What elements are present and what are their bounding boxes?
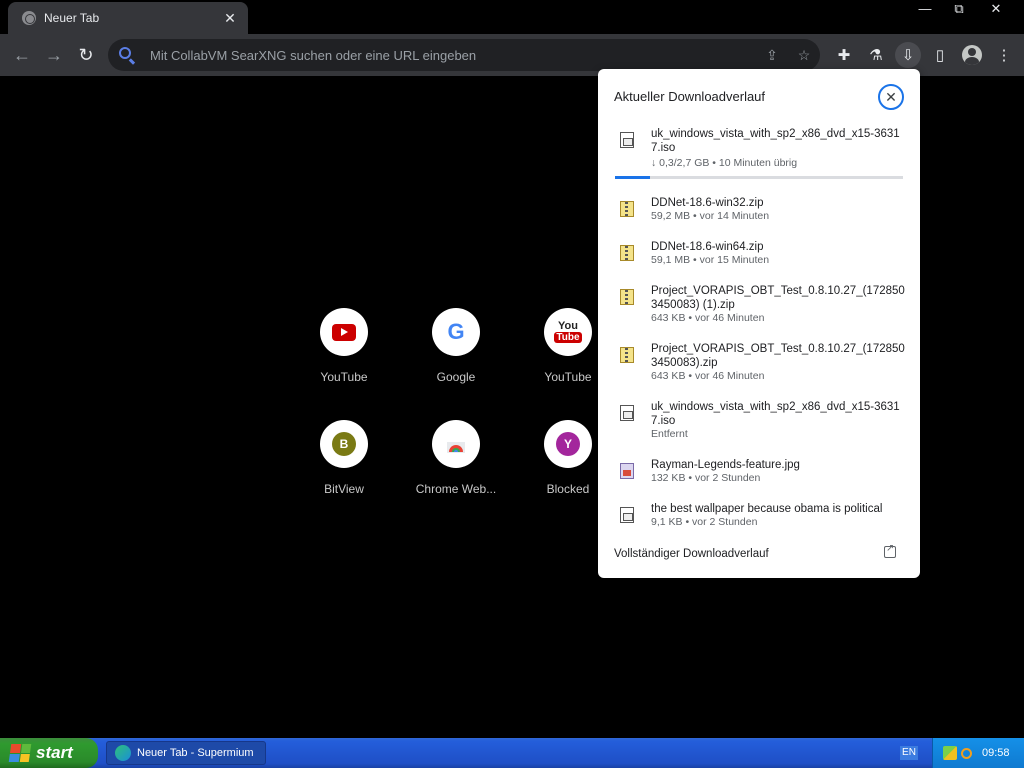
taskbar: start Neuer Tab - Supermium EN 09:58 [0, 738, 1024, 768]
download-filename: the best wallpaper because obama is poli… [651, 503, 883, 515]
close-window-button[interactable]: ✕ [982, 0, 1010, 18]
blocked-icon: Y [544, 420, 592, 468]
close-download-panel-button[interactable]: ✕ [878, 84, 904, 110]
download-status: 643 KB • vor 46 Minuten [651, 370, 765, 382]
iso-file-icon [620, 405, 634, 421]
forward-button[interactable]: → [38, 39, 70, 71]
tab-strip: Neuer Tab ✕ — ⧉ ✕ [0, 0, 1024, 34]
shortcut-label: Chrome Web... [415, 482, 497, 496]
extensions-icon[interactable]: ✚ [828, 39, 860, 71]
windows-logo-icon [8, 744, 32, 762]
download-status: 59,2 MB • vor 14 Minuten [651, 210, 770, 222]
tab-favicon-icon [22, 11, 36, 25]
download-progress-fill [615, 176, 650, 179]
toolbar-actions: ✚ ⚗ ⇩ ▯ ⋮ [828, 39, 1020, 71]
google-icon: G [432, 308, 480, 356]
iso-file-icon [620, 132, 634, 148]
network-icon[interactable] [943, 746, 957, 760]
system-tray: 09:58 [932, 738, 1024, 768]
omnibox-input[interactable]: Mit CollabVM SearXNG suchen oder eine UR… [150, 48, 756, 63]
menu-icon[interactable]: ⋮ [988, 39, 1020, 71]
tab-close-icon[interactable]: ✕ [222, 10, 238, 27]
image-file-icon [620, 463, 634, 479]
youtube-logo-icon: You Tube [544, 308, 592, 356]
download-status: 59,1 MB • vor 15 Minuten [651, 254, 770, 266]
labs-icon[interactable]: ⚗ [860, 39, 892, 71]
download-filename: Project_VORAPIS_OBT_Test_0.8.10.27_(1728… [651, 285, 905, 311]
download-item[interactable]: the best wallpaper because obama is poli… [598, 502, 920, 546]
download-item[interactable]: DDNet-18.6-win64.zip 59,1 MB • vor 15 Mi… [598, 240, 920, 284]
side-panel-icon[interactable]: ▯ [924, 39, 956, 71]
clock: 09:58 [982, 747, 1010, 759]
restore-button[interactable]: ⧉ [948, 0, 970, 18]
download-item[interactable]: Project_VORAPIS_OBT_Test_0.8.10.27_(1728… [598, 284, 920, 328]
bitview-icon: B [320, 420, 368, 468]
download-panel-title: Aktueller Downloadverlauf [614, 89, 766, 104]
download-progress-bar [615, 176, 903, 179]
shortcut-bitview[interactable]: B BitView [288, 420, 400, 496]
zip-file-icon [620, 289, 634, 305]
shortcut-google[interactable]: G Google [400, 308, 512, 384]
download-status: Entfernt [651, 428, 688, 440]
download-filename: uk_windows_vista_with_sp2_x86_dvd_x15-36… [651, 401, 900, 427]
tab-new-tab[interactable]: Neuer Tab ✕ [8, 2, 248, 34]
download-item[interactable]: uk_windows_vista_with_sp2_x86_dvd_x15-36… [598, 127, 920, 171]
bookmark-star-icon[interactable]: ☆ [788, 47, 820, 64]
back-button[interactable]: ← [6, 39, 38, 71]
download-item[interactable]: DDNet-18.6-win32.zip 59,2 MB • vor 14 Mi… [598, 196, 920, 240]
start-label: start [36, 743, 73, 762]
download-status: 643 KB • vor 46 Minuten [651, 312, 765, 324]
shortcut-label: YouTube [320, 370, 368, 384]
share-icon[interactable]: ⇪ [756, 47, 788, 64]
download-filename: Rayman-Legends-feature.jpg [651, 459, 800, 471]
search-tray-icon[interactable] [961, 747, 972, 759]
shortcut-label: BitView [324, 482, 364, 496]
open-in-new-icon[interactable] [884, 543, 896, 558]
download-item[interactable]: Rayman-Legends-feature.jpg 132 KB • vor … [598, 458, 920, 502]
download-filename: DDNet-18.6-win32.zip [651, 197, 764, 209]
download-filename: DDNet-18.6-win64.zip [651, 241, 764, 253]
download-item[interactable]: Project_VORAPIS_OBT_Test_0.8.10.27_(1728… [598, 342, 920, 386]
profile-button[interactable] [956, 39, 988, 71]
download-icon[interactable]: ⇩ [895, 42, 921, 68]
avatar-icon [962, 45, 982, 65]
download-status: 9,1 KB • vor 2 Stunden [651, 516, 758, 528]
download-status: 132 KB • vor 2 Stunden [651, 472, 761, 484]
zip-file-icon [620, 245, 634, 261]
download-status: ↓ 0,3/2,7 GB • 10 Minuten übrig [651, 157, 798, 169]
supermium-icon [115, 745, 131, 761]
download-item[interactable]: uk_windows_vista_with_sp2_x86_dvd_x15-36… [598, 400, 920, 444]
tab-title: Neuer Tab [44, 11, 100, 25]
shortcut-youtube[interactable]: YouTube [288, 308, 400, 384]
zip-file-icon [620, 201, 634, 217]
language-indicator[interactable]: EN [900, 746, 918, 760]
chrome-web-store-icon [432, 420, 480, 468]
download-filename: uk_windows_vista_with_sp2_x86_dvd_x15-36… [651, 128, 900, 154]
screen: Neuer Tab ✕ — ⧉ ✕ ← → ↻ Mit CollabVM Sea… [0, 0, 1024, 768]
zip-file-icon [620, 347, 634, 363]
full-download-history-link[interactable]: Vollständiger Downloadverlauf [614, 548, 769, 560]
shortcut-label: Google [436, 370, 476, 384]
omnibox[interactable]: Mit CollabVM SearXNG suchen oder eine UR… [108, 39, 820, 71]
download-bubble: Aktueller Downloadverlauf ✕ uk_windows_v… [598, 69, 920, 578]
window-controls: — ⧉ ✕ [914, 0, 1010, 18]
taskbar-item-supermium[interactable]: Neuer Tab - Supermium [106, 741, 266, 765]
shortcut-chrome-web-store[interactable]: Chrome Web... [400, 420, 512, 496]
youtube-icon [320, 308, 368, 356]
search-icon [118, 46, 136, 65]
reload-button[interactable]: ↻ [70, 39, 102, 71]
minimize-button[interactable]: — [914, 0, 936, 18]
start-button[interactable]: start [0, 738, 98, 768]
taskbar-item-label: Neuer Tab - Supermium [137, 747, 254, 759]
download-filename: Project_VORAPIS_OBT_Test_0.8.10.27_(1728… [651, 343, 905, 369]
file-icon [620, 507, 634, 523]
